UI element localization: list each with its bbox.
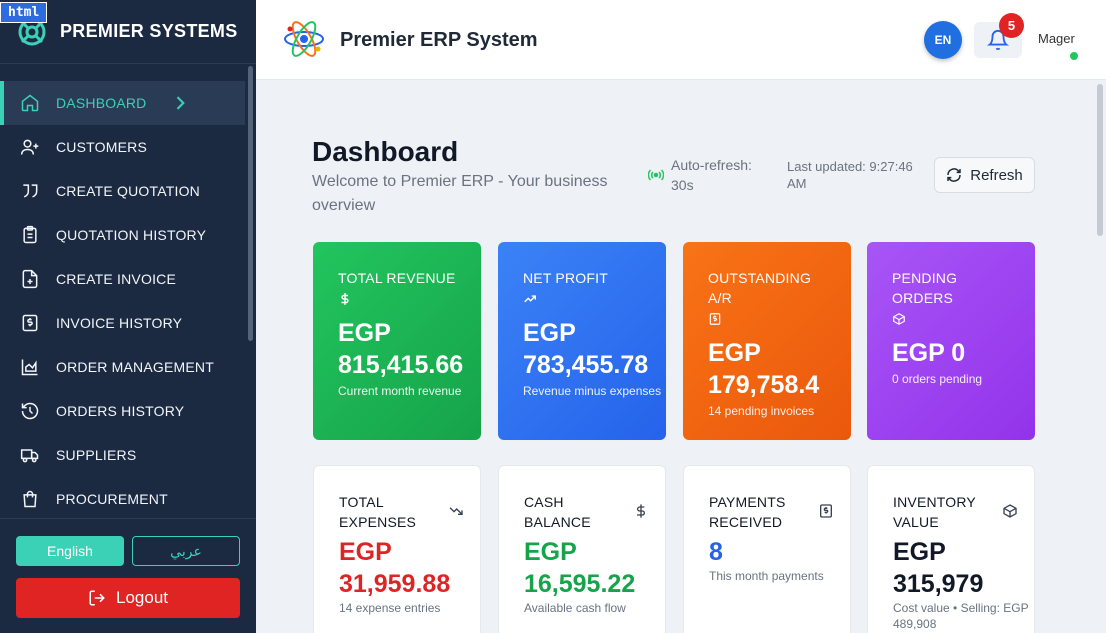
receipt-icon — [709, 313, 721, 325]
sidebar-item-label: CREATE INVOICE — [56, 271, 177, 287]
sidebar-footer: English عربي Logout — [0, 518, 256, 633]
box-icon — [893, 313, 905, 325]
logout-label: Logout — [116, 588, 168, 607]
stat-value: EGP 31,959.88 — [339, 538, 451, 598]
sidebar-item-label: SUPPLIERS — [56, 447, 137, 463]
stat-value: 8 — [709, 538, 723, 566]
box-icon — [1003, 504, 1017, 518]
clipboard-list-icon — [23, 225, 37, 244]
dollar-icon — [341, 293, 349, 305]
truck-icon — [20, 449, 39, 463]
user-plus-icon — [20, 139, 39, 155]
dollar-icon — [637, 504, 645, 518]
sidebar-item-suppliers[interactable]: SUPPLIERS — [0, 433, 256, 477]
kpi-subtext: Current month revenue — [338, 384, 462, 398]
kpi-label: OUTSTANDING A/R — [708, 270, 812, 306]
kpi-value: EGP 179,758.4 — [708, 339, 820, 399]
sidebar-item-label: ORDERS HISTORY — [56, 403, 185, 419]
stat-card-payments-received[interactable]: PAYMENTS RECEIVED 8 This month payments — [683, 465, 851, 633]
stat-card-inventory-value[interactable]: INVENTORY VALUE EGP 315,979 Cost value •… — [867, 465, 1035, 633]
kpi-card-pending-orders[interactable]: PENDING ORDERS EGP 0 0 orders pending — [867, 242, 1035, 440]
refresh-icon — [947, 168, 961, 182]
kpi-card-net-profit[interactable]: NET PROFIT EGP 783,455.78 Revenue minus … — [498, 242, 666, 440]
chart-area-icon — [21, 359, 38, 376]
stat-value: EGP 315,979 — [893, 538, 984, 598]
kpi-card-outstanding-ar[interactable]: OUTSTANDING A/R EGP 179,758.4 14 pending… — [683, 242, 851, 440]
sidebar-item-order-management[interactable]: ORDER MANAGEMENT — [0, 345, 256, 389]
html-overlay-badge: html — [0, 2, 48, 23]
stat-card-total-expenses[interactable]: TOTAL EXPENSES EGP 31,959.88 14 expense … — [313, 465, 481, 633]
chevron-right-icon — [177, 96, 186, 110]
stat-label: PAYMENTS RECEIVED — [709, 494, 786, 530]
sidebar-item-customers[interactable]: CUSTOMERS — [0, 125, 256, 169]
stat-label: CASH BALANCE — [524, 494, 591, 530]
sidebar-item-label: CREATE QUOTATION — [56, 183, 200, 199]
history-icon — [21, 402, 39, 420]
logout-icon — [89, 590, 105, 606]
kpi-card-total-revenue[interactable]: TOTAL REVENUE EGP 815,415.66 Current mon… — [313, 242, 481, 440]
notification-count-badge: 5 — [999, 13, 1024, 38]
kpi-value: EGP 815,415.66 — [338, 319, 464, 379]
sidebar-item-orders-history[interactable]: ORDERS HISTORY — [0, 389, 256, 433]
last-updated-timestamp: Last updated: 9:27:46 AM — [787, 159, 913, 191]
sidebar-item-procurement[interactable]: PROCUREMENT — [0, 477, 256, 521]
kpi-subtext: 14 pending invoices — [708, 404, 815, 418]
refresh-label: Refresh — [970, 166, 1023, 184]
sidebar-item-create-invoice[interactable]: CREATE INVOICE — [0, 257, 256, 301]
kpi-label: PENDING ORDERS — [892, 270, 958, 306]
arabic-language-button[interactable]: عربي — [132, 536, 240, 566]
shopping-bag-icon — [23, 490, 37, 508]
sidebar: PREMIER SYSTEMS DASHBOARD CUSTOMERS CREA… — [0, 0, 256, 633]
top-bar: Premier ERP System EN 5 Mager — [256, 0, 1106, 80]
page-title: Dashboard — [312, 136, 459, 167]
stat-subtext: Cost value • Selling: EGP 489,908 — [893, 601, 1029, 631]
broadcast-icon — [648, 169, 664, 181]
kpi-value: EGP 783,455.78 — [523, 319, 649, 379]
logout-button[interactable]: Logout — [16, 578, 240, 618]
stat-label: INVENTORY VALUE — [893, 494, 976, 530]
sidebar-nav: DASHBOARD CUSTOMERS CREATE QUOTATION QUO… — [0, 81, 256, 521]
kpi-label: TOTAL REVENUE — [338, 270, 456, 286]
sidebar-item-quotation-history[interactable]: QUOTATION HISTORY — [0, 213, 256, 257]
sidebar-scrollbar[interactable] — [248, 66, 253, 341]
language-toggle-button[interactable]: EN — [924, 21, 962, 59]
refresh-button[interactable]: Refresh — [934, 157, 1035, 193]
main-scrollbar[interactable] — [1097, 84, 1103, 236]
sidebar-item-label: INVOICE HISTORY — [56, 315, 183, 331]
stat-card-cash-balance[interactable]: CASH BALANCE EGP 16,595.22 Available cas… — [498, 465, 666, 633]
kpi-value: EGP 0 — [892, 339, 966, 367]
sidebar-item-invoice-history[interactable]: INVOICE HISTORY — [0, 301, 256, 345]
stat-subtext: This month payments — [709, 569, 824, 583]
home-icon — [21, 94, 39, 112]
brand-name: PREMIER SYSTEMS — [60, 21, 238, 41]
sidebar-item-create-quotation[interactable]: CREATE QUOTATION — [0, 169, 256, 213]
language-switcher: English عربي — [16, 536, 240, 566]
receipt-icon — [820, 504, 832, 518]
trending-up-icon — [524, 295, 536, 303]
stat-label: TOTAL EXPENSES — [339, 494, 417, 530]
sidebar-item-dashboard[interactable]: DASHBOARD — [0, 81, 245, 125]
sidebar-item-label: QUOTATION HISTORY — [56, 227, 207, 243]
kpi-subtext: Revenue minus expenses — [523, 384, 662, 398]
sidebar-item-label: ORDER MANAGEMENT — [56, 359, 214, 375]
stat-subtext: Available cash flow — [524, 601, 626, 615]
auto-refresh-status: Auto-refresh: 30s — [671, 157, 752, 193]
stat-subtext: 14 expense entries — [339, 601, 441, 615]
trending-down-icon — [449, 507, 463, 515]
sidebar-item-label: DASHBOARD — [56, 95, 147, 111]
quote-icon — [23, 184, 38, 198]
app-title: Premier ERP System — [340, 29, 538, 51]
kpi-label: NET PROFIT — [523, 270, 608, 286]
sidebar-item-label: PROCUREMENT — [56, 491, 168, 507]
kpi-subtext: 0 orders pending — [892, 372, 983, 386]
invoice-dollar-icon — [22, 314, 38, 332]
english-language-button[interactable]: English — [16, 536, 124, 566]
page-subtitle: Welcome to Premier ERP - Your business o… — [312, 173, 608, 214]
atom-logo-icon — [284, 21, 324, 57]
file-plus-icon — [22, 269, 38, 289]
online-status-dot — [1068, 50, 1080, 62]
stat-value: EGP 16,595.22 — [524, 538, 636, 598]
sidebar-item-label: CUSTOMERS — [56, 139, 147, 155]
